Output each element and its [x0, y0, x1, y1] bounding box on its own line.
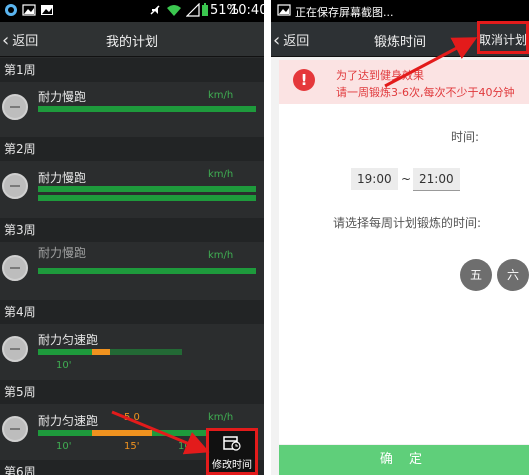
clock: 10:40 [230, 3, 264, 18]
image-icon [277, 3, 291, 20]
page-title: 我的计划 [105, 35, 158, 50]
status-bar: 51% 10:40 [0, 0, 264, 22]
remove-icon[interactable] [2, 336, 28, 362]
time-separator: ~ [401, 172, 412, 186]
app-header: ‹ 返回 我的计划 [0, 22, 264, 57]
plan-item-3[interactable]: 耐力慢跑 km/h [0, 242, 264, 292]
plan-item-name: 耐力慢跑 [38, 246, 87, 260]
q-app-icon [4, 3, 18, 20]
week-header-3: 第3周 [0, 218, 264, 242]
week-header-4: 第4周 [0, 300, 264, 324]
remove-icon[interactable] [2, 255, 28, 281]
week-header-2: 第2周 [0, 137, 264, 161]
segment-green [110, 349, 182, 355]
plan-item-2[interactable]: 耐力慢跑 km/h [0, 161, 264, 213]
segment-orange [92, 430, 152, 436]
warning-line-1: 为了达到健身效果 [336, 69, 424, 82]
end-time-field[interactable]: 21:00 [413, 168, 460, 191]
battery-icon [201, 3, 209, 20]
segment-orange [92, 349, 110, 355]
duration-label: 15' [124, 441, 140, 452]
duration-label: 10' [56, 441, 72, 452]
duration-label: 10' [178, 441, 194, 452]
segment-green [38, 430, 92, 436]
weekday-prompt: 请选择每周计划锻炼的时间: [333, 216, 482, 230]
wifi-icon [166, 3, 182, 20]
highlight-box [206, 428, 258, 475]
plan-item-name: 耐力匀速跑 [38, 414, 99, 428]
week-header-5: 第5周 [0, 380, 264, 404]
speed-unit: km/h [208, 412, 234, 423]
speed-unit: km/h [208, 250, 234, 261]
image-icon [22, 3, 36, 20]
progress-bar [38, 268, 256, 274]
confirm-button[interactable]: 确 定 [279, 445, 529, 475]
warning-banner: ! 为了达到健身效果 请一周锻炼3-6次,每次不少于40分钟 [279, 60, 529, 104]
remove-icon[interactable] [2, 416, 28, 442]
speed-value: 5.0 [124, 412, 140, 423]
day-button-sat[interactable]: 六 [497, 259, 529, 291]
warning-line-2: 请一周锻炼3-6次,每次不少于40分钟 [336, 86, 515, 99]
plan-item-name: 耐力慢跑 [38, 171, 87, 185]
status-text: 正在保存屏幕截图... [295, 6, 394, 19]
duration-label: 10' [56, 360, 72, 371]
start-time-field[interactable]: 19:00 [351, 168, 398, 190]
plan-item-name: 耐力匀速跑 [38, 333, 99, 347]
mute-icon [148, 3, 162, 20]
progress-bar [38, 186, 256, 192]
segment-green [38, 349, 92, 355]
highlight-box [477, 21, 529, 54]
speed-unit: km/h [208, 90, 234, 101]
week-header-1: 第1周 [0, 58, 264, 82]
remove-icon[interactable] [2, 94, 28, 120]
remove-icon[interactable] [2, 173, 28, 199]
segment-green [152, 430, 206, 436]
signal-icon [185, 2, 200, 20]
right-screen: 正在保存屏幕截图... ‹ 返回 锻炼时间 取消计划 ! 为了达到健身效果 请一周… [271, 0, 529, 475]
plan-item-1[interactable]: 耐力慢跑 km/h [0, 82, 264, 134]
plan-item-4[interactable]: 耐力匀速跑 10' [0, 324, 264, 376]
photo-icon [40, 3, 54, 20]
alert-icon: ! [293, 69, 315, 91]
time-settings-panel: 时间: 19:00 ~ 21:00 请选择每周计划锻炼的时间: 五 六 [279, 104, 529, 444]
divider [264, 0, 271, 475]
speed-unit: km/h [208, 169, 234, 180]
time-label: 时间: [451, 130, 480, 144]
progress-bar-2 [38, 195, 256, 201]
status-bar: 正在保存屏幕截图... [271, 0, 529, 22]
progress-bar [38, 106, 256, 112]
day-button-fri[interactable]: 五 [460, 259, 492, 291]
plan-item-name: 耐力慢跑 [38, 90, 87, 104]
left-screen: 51% 10:40 ‹ 返回 我的计划 第1周 耐力慢跑 km/h 第2周 耐力慢… [0, 0, 264, 475]
